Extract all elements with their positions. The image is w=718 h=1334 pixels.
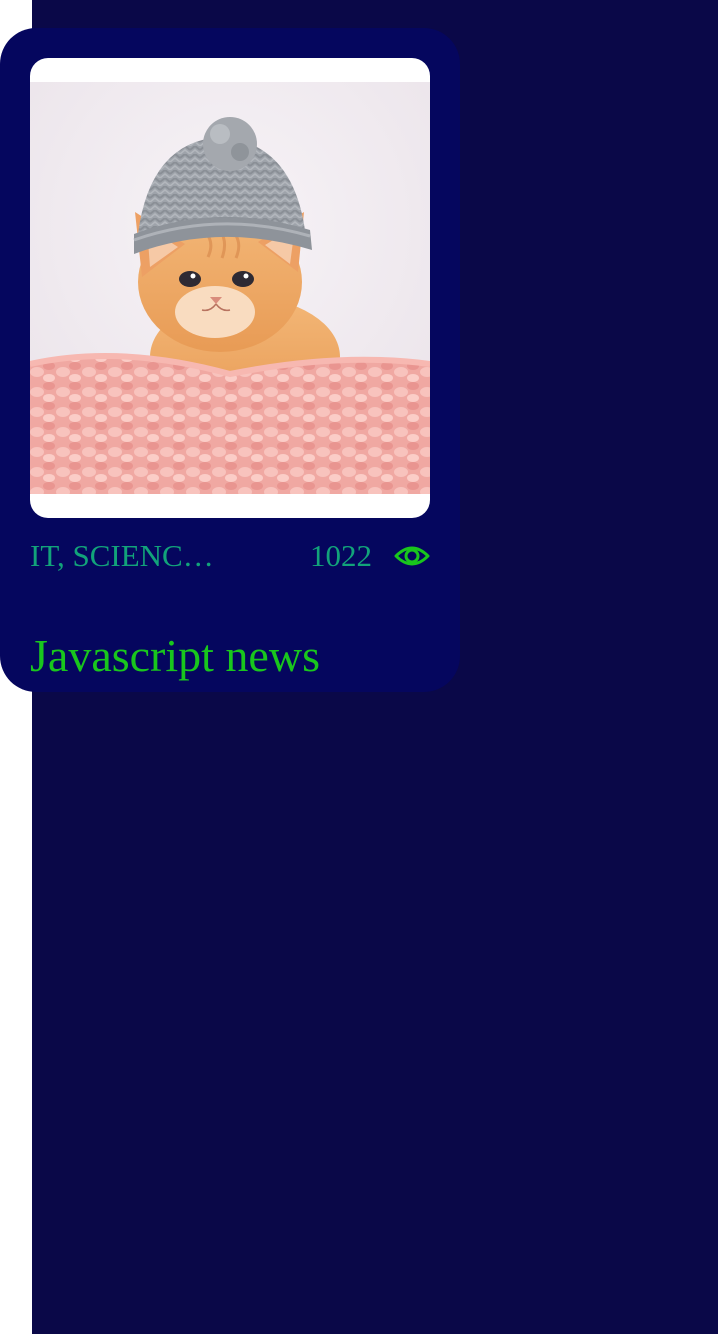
news-card[interactable]: IT, SCIENC… 1022 Javascript news bbox=[0, 28, 460, 692]
card-categories[interactable]: IT, SCIENC… bbox=[30, 536, 230, 576]
eye-icon bbox=[394, 546, 430, 566]
card-title[interactable]: Javascript news bbox=[30, 626, 320, 686]
card-meta-row: IT, SCIENC… 1022 bbox=[30, 536, 430, 576]
card-image[interactable] bbox=[30, 58, 430, 518]
view-count: 1022 bbox=[310, 538, 372, 573]
kitten-illustration bbox=[30, 82, 430, 494]
